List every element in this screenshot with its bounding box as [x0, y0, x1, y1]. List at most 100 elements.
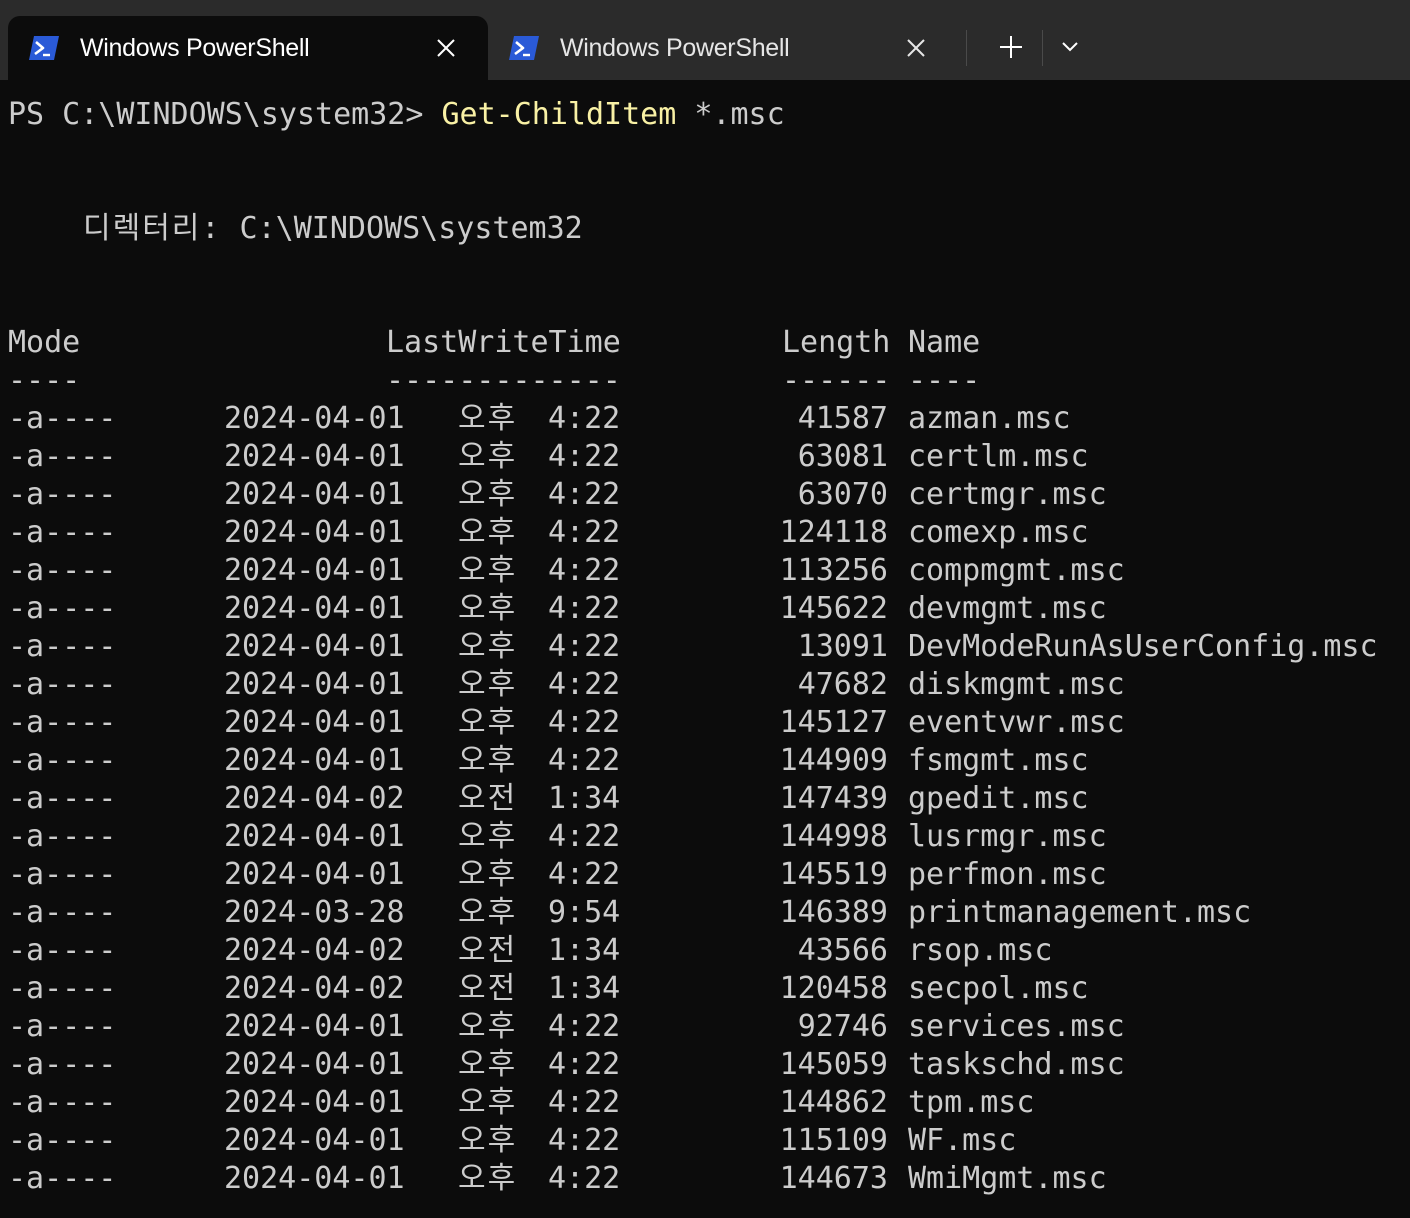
file-date: 2024-04-01: [224, 1009, 405, 1044]
file-date: 2024-04-01: [224, 667, 405, 702]
file-mode: -a----: [8, 743, 117, 778]
file-time: 4:22: [548, 857, 621, 892]
file-name: lusrmgr.msc: [908, 819, 1107, 854]
file-ampm: 오후: [458, 553, 518, 588]
file-mode: -a----: [8, 1085, 117, 1120]
file-name: DevModeRunAsUserConfig.msc: [908, 629, 1378, 664]
file-mode: -a----: [8, 1161, 117, 1196]
file-length: 13091: [797, 629, 888, 664]
file-length: 47682: [797, 667, 888, 702]
header-length: Length: [782, 325, 891, 360]
directory-label: 디렉터리:: [83, 211, 222, 246]
file-mode: -a----: [8, 401, 117, 436]
file-time: 4:22: [548, 477, 621, 512]
file-name: comexp.msc: [908, 515, 1089, 550]
file-date: 2024-04-01: [224, 705, 405, 740]
file-time: 4:22: [548, 1085, 621, 1120]
file-date: 2024-04-01: [224, 553, 405, 588]
file-name: azman.msc: [908, 401, 1071, 436]
file-name: services.msc: [908, 1009, 1125, 1044]
close-icon[interactable]: [900, 32, 932, 64]
powershell-icon: [508, 34, 540, 62]
file-ampm: 오전: [458, 971, 518, 1006]
file-mode: -a----: [8, 553, 117, 588]
file-time: 4:22: [548, 743, 621, 778]
file-name: gpedit.msc: [908, 781, 1089, 816]
file-ampm: 오후: [458, 1047, 518, 1082]
file-name: certmgr.msc: [908, 477, 1107, 512]
file-name: tpm.msc: [908, 1085, 1035, 1120]
file-time: 4:22: [548, 819, 621, 854]
file-time: 1:34: [548, 971, 621, 1006]
terminal-output[interactable]: PS C:\WINDOWS\system32> Get-ChildItem *.…: [8, 90, 1408, 1218]
file-length: 92746: [797, 1009, 888, 1044]
file-mode: -a----: [8, 1047, 117, 1082]
file-length: 63070: [797, 477, 888, 512]
file-ampm: 오후: [458, 401, 518, 436]
file-ampm: 오후: [458, 857, 518, 892]
file-date: 2024-04-02: [224, 971, 405, 1006]
header-lastwritetime: LastWriteTime: [386, 325, 621, 360]
prompt-line: PS C:\WINDOWS\system32> Get-ChildItem *.…: [8, 96, 785, 134]
file-ampm: 오후: [458, 819, 518, 854]
file-mode: -a----: [8, 819, 117, 854]
file-date: 2024-04-02: [224, 781, 405, 816]
file-date: 2024-04-01: [224, 439, 405, 474]
tab-powershell-2[interactable]: Windows PowerShell: [488, 16, 958, 80]
file-name: printmanagement.msc: [908, 895, 1252, 930]
file-ampm: 오후: [458, 1161, 518, 1196]
file-mode: -a----: [8, 705, 117, 740]
file-time: 4:22: [548, 553, 621, 588]
file-time: 1:34: [548, 781, 621, 816]
file-time: 4:22: [548, 667, 621, 702]
file-name: eventvwr.msc: [908, 705, 1125, 740]
file-time: 9:54: [548, 895, 621, 930]
file-ampm: 오전: [458, 781, 518, 816]
directory-line: 디렉터리: C:\WINDOWS\system32: [83, 210, 583, 248]
file-ampm: 오후: [458, 1123, 518, 1158]
file-time: 4:22: [548, 401, 621, 436]
file-date: 2024-04-01: [224, 477, 405, 512]
file-name: devmgmt.msc: [908, 591, 1107, 626]
file-date: 2024-04-01: [224, 1047, 405, 1082]
file-length: 115109: [779, 1123, 888, 1158]
file-time: 4:22: [548, 1047, 621, 1082]
file-time: 4:22: [548, 439, 621, 474]
close-icon[interactable]: [430, 32, 462, 64]
file-name: rsop.msc: [908, 933, 1053, 968]
file-length: 113256: [779, 553, 888, 588]
file-ampm: 오후: [458, 439, 518, 474]
dropdown-button[interactable]: [1050, 28, 1090, 66]
file-mode: -a----: [8, 895, 117, 930]
new-tab-button[interactable]: [990, 28, 1032, 66]
file-date: 2024-03-28: [224, 895, 405, 930]
file-ampm: 오후: [458, 667, 518, 702]
file-ampm: 오후: [458, 1009, 518, 1044]
file-mode: -a----: [8, 629, 117, 664]
file-ampm: 오후: [458, 591, 518, 626]
file-time: 4:22: [548, 1161, 621, 1196]
file-time: 4:22: [548, 1123, 621, 1158]
file-mode: -a----: [8, 971, 117, 1006]
file-time: 4:22: [548, 629, 621, 664]
file-date: 2024-04-02: [224, 933, 405, 968]
file-time: 4:22: [548, 705, 621, 740]
file-mode: -a----: [8, 1123, 117, 1158]
file-mode: -a----: [8, 477, 117, 512]
file-length: 147439: [779, 781, 888, 816]
file-mode: -a----: [8, 1009, 117, 1044]
chevron-down-icon: [1062, 42, 1078, 52]
tab-divider: [1042, 30, 1043, 66]
command-argument: *.msc: [676, 97, 785, 132]
file-length: 120458: [779, 971, 888, 1006]
tab-powershell-1[interactable]: Windows PowerShell: [8, 16, 488, 80]
file-ampm: 오후: [458, 895, 518, 930]
file-ampm: 오후: [458, 743, 518, 778]
file-ampm: 오후: [458, 515, 518, 550]
file-mode: -a----: [8, 591, 117, 626]
file-length: 144862: [779, 1085, 888, 1120]
directory-path: C:\WINDOWS\system32: [239, 211, 583, 246]
file-ampm: 오전: [458, 933, 518, 968]
plus-icon: [1000, 36, 1022, 58]
file-name: diskmgmt.msc: [908, 667, 1125, 702]
